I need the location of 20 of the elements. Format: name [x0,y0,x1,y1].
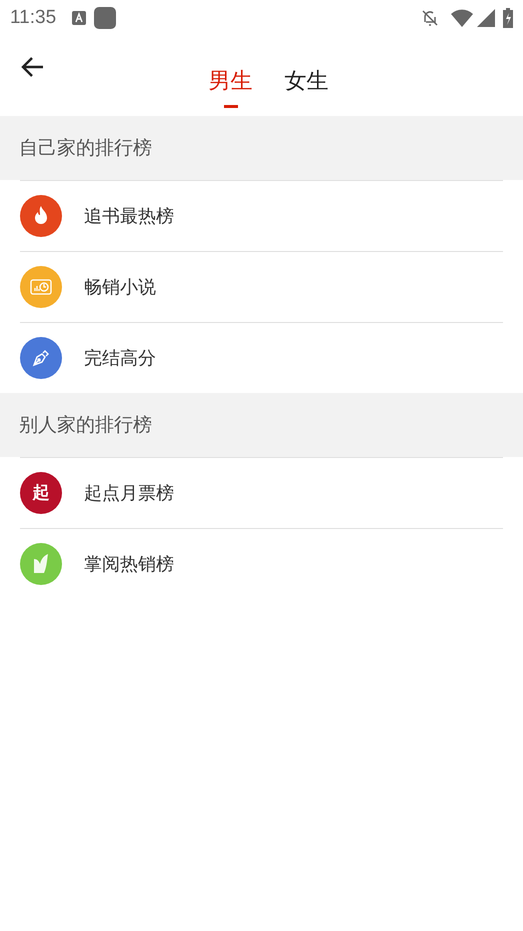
app-icon [94,7,116,29]
leaves-icon [31,553,51,575]
status-time: 11:35 [10,6,56,30]
logo-text: 起 [32,484,50,502]
chart-icon [30,278,52,296]
battery-icon [503,8,513,28]
ranking-list-item[interactable]: 畅销小说 [20,251,503,322]
signal-icon [477,9,495,27]
tab[interactable]: 女生 [284,54,328,110]
ranking-list-item[interactable]: 起 起点月票榜 [20,457,503,528]
pen-nib-icon [31,348,51,368]
wifi-icon [451,9,473,27]
muted-bell-icon [421,9,439,27]
tab[interactable]: 男生 [208,54,252,110]
section-header: 自己家的排行榜 [0,116,523,180]
back-arrow-icon[interactable] [20,56,44,78]
section-header: 别人家的排行榜 [0,393,523,457]
ranking-list-item[interactable]: 掌阅热销榜 [20,528,503,599]
keyboard-icon [72,11,86,25]
ranking-list-item[interactable]: 追书最热榜 [20,180,503,251]
